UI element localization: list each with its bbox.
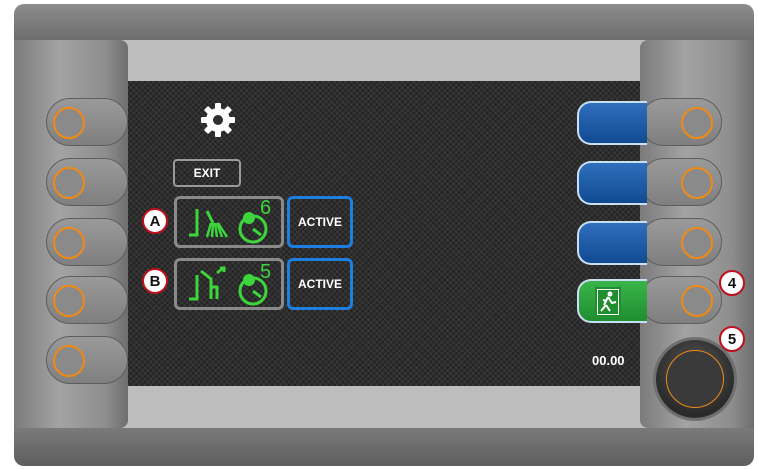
emergency-exit-icon bbox=[595, 287, 621, 317]
callout-marker-5: 5 bbox=[719, 326, 745, 352]
soft-key-1[interactable] bbox=[577, 101, 647, 145]
button-ring bbox=[681, 285, 713, 317]
right-side-button-3[interactable] bbox=[640, 218, 722, 266]
soft-key-2[interactable] bbox=[577, 161, 647, 205]
bezel-top bbox=[14, 4, 754, 40]
button-ring bbox=[53, 345, 85, 377]
device-frame: EXIT 6 ACTIVE A 5 ACTIVE B 00.00 4 5 bbox=[0, 0, 758, 469]
left-side-button-2[interactable] bbox=[46, 158, 128, 206]
status-tile-a[interactable]: ACTIVE bbox=[287, 196, 353, 248]
button-ring bbox=[53, 285, 85, 317]
knob-ring bbox=[666, 350, 724, 408]
button-ring bbox=[53, 107, 85, 139]
function-tile-a[interactable]: 6 bbox=[174, 196, 284, 248]
button-ring bbox=[53, 227, 85, 259]
rear-unit-icon bbox=[189, 266, 226, 301]
left-side-button-1[interactable] bbox=[46, 98, 128, 146]
left-side-button-5[interactable] bbox=[46, 336, 128, 384]
button-ring bbox=[53, 167, 85, 199]
right-side-button-2[interactable] bbox=[640, 158, 722, 206]
button-ring bbox=[681, 227, 713, 259]
callout-marker-b: B bbox=[142, 268, 168, 294]
time-readout: 00.00 bbox=[592, 353, 625, 368]
brush-icon bbox=[189, 209, 229, 238]
gear-icon bbox=[201, 103, 235, 137]
soft-key-exit[interactable] bbox=[577, 279, 647, 323]
timer-icon bbox=[238, 212, 268, 244]
soft-key-3[interactable] bbox=[577, 221, 647, 265]
button-ring bbox=[681, 167, 713, 199]
right-side-button-1[interactable] bbox=[640, 98, 722, 146]
callout-marker-4: 4 bbox=[719, 270, 745, 296]
status-tile-b[interactable]: ACTIVE bbox=[287, 258, 353, 310]
button-ring bbox=[681, 107, 713, 139]
left-side-button-3[interactable] bbox=[46, 218, 128, 266]
left-side-button-4[interactable] bbox=[46, 276, 128, 324]
function-tile-b[interactable]: 5 bbox=[174, 258, 284, 310]
timer-icon bbox=[238, 274, 268, 306]
rotary-knob[interactable] bbox=[656, 340, 734, 418]
bezel-bottom bbox=[14, 428, 754, 466]
callout-marker-a: A bbox=[142, 208, 168, 234]
right-side-button-4[interactable] bbox=[640, 276, 722, 324]
exit-button[interactable]: EXIT bbox=[173, 159, 241, 187]
timer-digit: 6 bbox=[260, 197, 272, 219]
timer-digit: 5 bbox=[260, 261, 272, 283]
